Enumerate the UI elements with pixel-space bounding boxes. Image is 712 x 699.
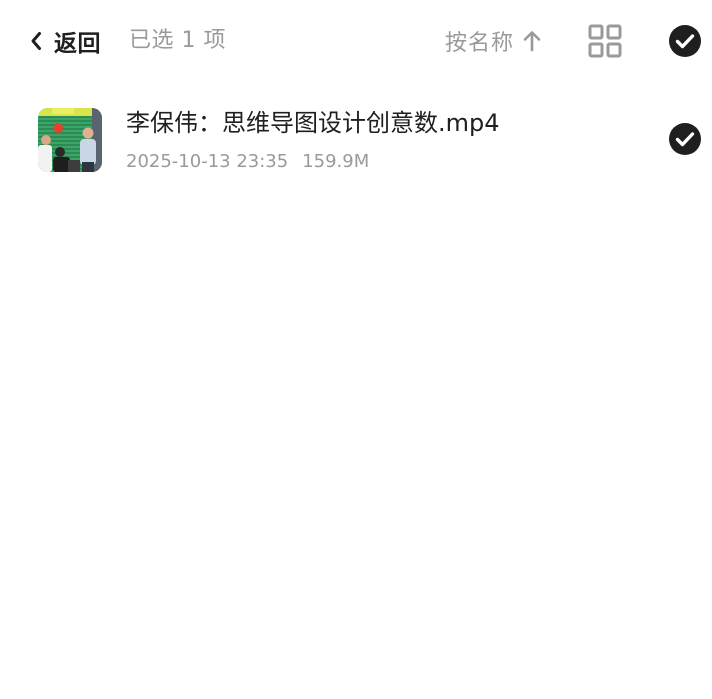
file-size: 159.9M <box>302 151 370 172</box>
header-bar: 返回 已选 1 项 按名称 <box>0 0 712 82</box>
file-date: 2025-10-13 23:35 <box>126 151 289 172</box>
chevron-left-icon <box>30 31 42 51</box>
file-selection-page: 返回 已选 1 项 按名称 李保伟：思维导图设计创意数.mp4 2025-10-… <box>0 0 712 699</box>
sort-by-name-button[interactable]: 按名称 <box>445 22 542 60</box>
file-list-item[interactable]: 李保伟：思维导图设计创意数.mp4 2025-10-13 23:35 159.9M <box>0 92 712 188</box>
back-label: 返回 <box>54 31 101 57</box>
file-meta: 2025-10-13 23:35 159.9M <box>126 150 369 174</box>
back-button[interactable]: 返回 <box>30 22 101 60</box>
arrow-up-icon <box>514 30 542 52</box>
video-thumbnail <box>38 108 102 172</box>
selected-count-text: 已选 1 项 <box>129 28 226 53</box>
item-check-icon[interactable] <box>668 122 702 156</box>
file-name: 李保伟：思维导图设计创意数.mp4 <box>126 109 500 137</box>
select-all-check-icon[interactable] <box>668 24 702 58</box>
grid-view-icon[interactable] <box>588 24 622 58</box>
sort-label: 按名称 <box>445 31 515 56</box>
